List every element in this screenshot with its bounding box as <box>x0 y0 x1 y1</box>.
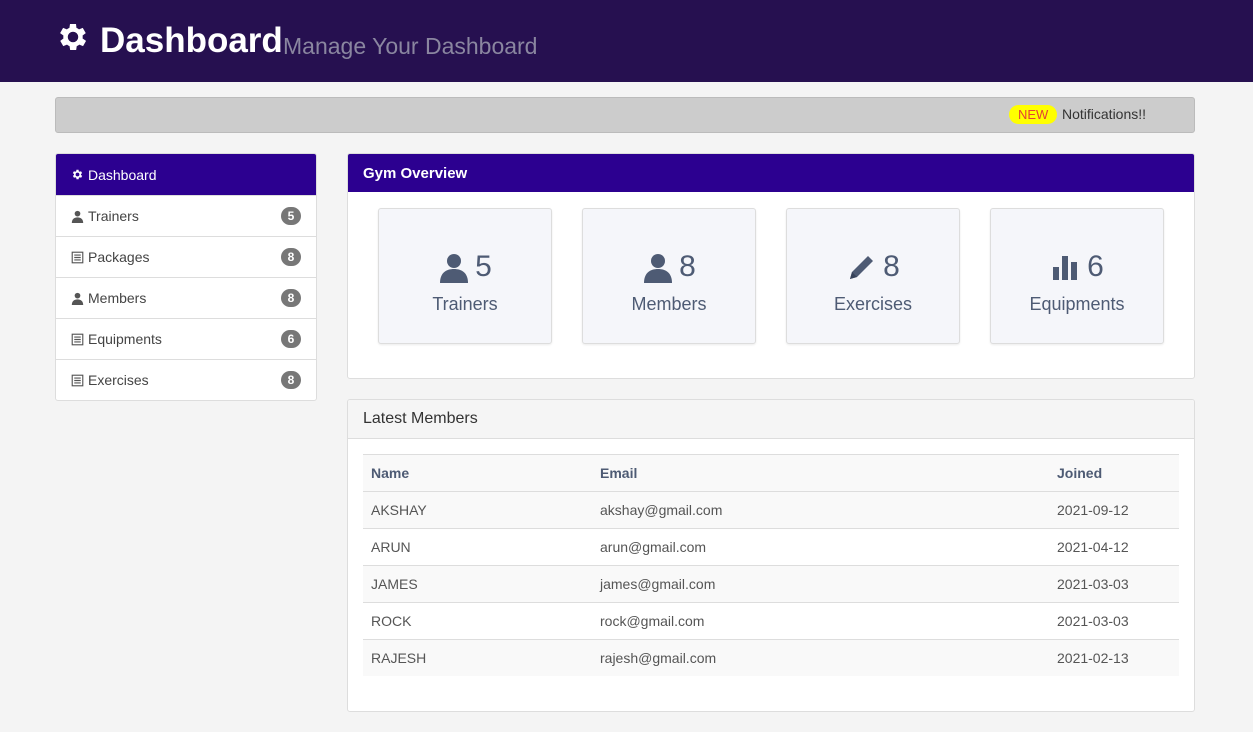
gym-overview-panel: Gym Overview 5 Trainers 8 Members 8 Exer… <box>347 153 1195 379</box>
stat-label: Trainers <box>432 294 498 314</box>
column-header-email: Email <box>592 454 1049 492</box>
table-row: AKSHAY akshay@gmail.com 2021-09-12 <box>363 491 1179 529</box>
members-table: Name Email Joined AKSHAY akshay@gmail.co… <box>363 454 1179 676</box>
member-joined: 2021-04-12 <box>1049 528 1179 566</box>
table-header-row: Name Email Joined <box>363 454 1179 492</box>
column-header-name: Name <box>363 454 592 492</box>
notifications-link[interactable]: Notifications!! <box>1062 106 1146 123</box>
stat-label: Exercises <box>833 294 913 314</box>
member-email: rock@gmail.com <box>592 602 1049 640</box>
stat-value: 6 <box>1087 250 1104 283</box>
member-joined: 2021-03-03 <box>1049 565 1179 603</box>
sidebar-item-trainers[interactable]: Trainers 5 <box>56 195 316 236</box>
sidebar-item-packages[interactable]: Packages 8 <box>56 236 316 277</box>
user-icon <box>71 292 84 305</box>
sidebar-item-label: Trainers <box>88 208 139 224</box>
count-badge: 8 <box>281 289 301 307</box>
panel-title: Latest Members <box>348 400 1194 439</box>
table-row: ROCK rock@gmail.com 2021-03-03 <box>363 602 1179 640</box>
latest-members-panel: Latest Members Name Email Joined AKSHAY … <box>347 399 1195 712</box>
table-row: JAMES james@gmail.com 2021-03-03 <box>363 565 1179 603</box>
sidebar-item-exercises[interactable]: Exercises 8 <box>56 359 316 400</box>
list-icon <box>71 374 84 386</box>
count-badge: 8 <box>281 248 301 266</box>
member-name: AKSHAY <box>363 491 592 529</box>
notification-bar: NEW Notifications!! <box>55 97 1195 133</box>
column-header-joined: Joined <box>1049 454 1179 492</box>
sidebar-item-equipments[interactable]: Equipments 6 <box>56 318 316 359</box>
stat-card-trainers[interactable]: 5 Trainers <box>378 208 552 344</box>
member-joined: 2021-02-13 <box>1049 639 1179 676</box>
page-title: Dashboard <box>100 21 283 60</box>
member-email: rajesh@gmail.com <box>592 639 1049 676</box>
member-email: arun@gmail.com <box>592 528 1049 566</box>
sidebar-item-dashboard[interactable]: Dashboard <box>56 154 316 195</box>
member-name: ROCK <box>363 602 592 640</box>
count-badge: 5 <box>281 207 301 225</box>
bar-chart-icon <box>1053 256 1078 280</box>
pencil-icon <box>850 256 874 279</box>
member-joined: 2021-03-03 <box>1049 602 1179 640</box>
stat-card-exercises[interactable]: 8 Exercises <box>786 208 960 344</box>
stat-card-members[interactable]: 8 Members <box>582 208 756 344</box>
member-email: akshay@gmail.com <box>592 491 1049 529</box>
list-icon <box>71 251 84 263</box>
sidebar-item-label: Members <box>88 290 147 306</box>
count-badge: 6 <box>281 330 301 348</box>
user-icon <box>440 254 469 283</box>
user-icon <box>644 254 673 283</box>
member-joined: 2021-09-12 <box>1049 491 1179 529</box>
stat-label: Members <box>631 294 707 314</box>
stat-value: 8 <box>883 250 900 283</box>
stat-value: 8 <box>679 250 696 283</box>
panel-title: Gym Overview <box>348 154 1194 192</box>
stat-value: 5 <box>475 250 492 283</box>
table-row: RAJESH rajesh@gmail.com 2021-02-13 <box>363 639 1179 676</box>
member-name: ARUN <box>363 528 592 566</box>
new-badge: NEW <box>1009 105 1058 124</box>
member-name: JAMES <box>363 565 592 603</box>
sidebar-item-label: Packages <box>88 249 150 265</box>
stat-label: Equipments <box>1029 294 1125 314</box>
page-subtitle: Manage Your Dashboard <box>283 33 538 59</box>
gear-icon <box>72 169 83 180</box>
sidebar-item-label: Dashboard <box>88 166 157 183</box>
sidebar-item-label: Equipments <box>88 331 162 347</box>
sidebar-item-label: Exercises <box>88 372 149 388</box>
list-icon <box>71 333 84 345</box>
sidebar: Dashboard Trainers 5 Packages 8 Members … <box>55 153 317 401</box>
gear-icon <box>60 23 87 51</box>
member-name: RAJESH <box>363 639 592 676</box>
user-icon <box>71 210 84 223</box>
page-header: Dashboard Manage Your Dashboard <box>0 0 1253 82</box>
stat-card-equipments[interactable]: 6 Equipments <box>990 208 1164 344</box>
count-badge: 8 <box>281 371 301 389</box>
sidebar-item-members[interactable]: Members 8 <box>56 277 316 318</box>
table-row: ARUN arun@gmail.com 2021-04-12 <box>363 528 1179 566</box>
member-email: james@gmail.com <box>592 565 1049 603</box>
